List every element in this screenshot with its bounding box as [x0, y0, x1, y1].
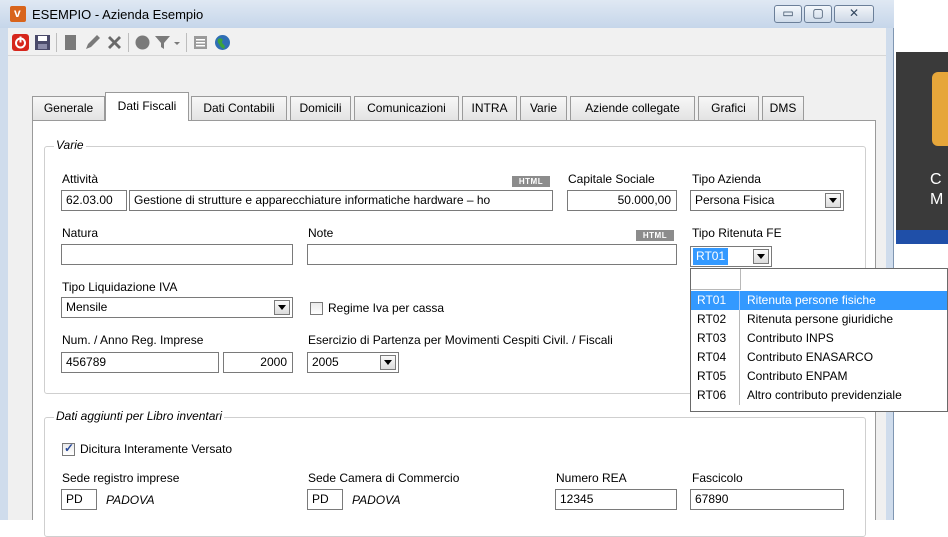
title-bar[interactable]: ESEMPIO - Azienda Esempio ▭ ▢ ✕: [0, 0, 894, 28]
web-icon[interactable]: [214, 34, 231, 51]
sede-registro-name: PADOVA: [106, 493, 155, 507]
regime-iva-cassa-checkbox[interactable]: [310, 302, 323, 315]
dropdown-option-rt03[interactable]: RT03 Contributo INPS: [691, 329, 947, 348]
sede-registro-code-field[interactable]: PD: [61, 489, 97, 510]
numero-rea-label: Numero REA: [556, 471, 627, 485]
new-icon[interactable]: [62, 34, 79, 51]
tipo-azienda-value: Persona Fisica: [695, 193, 775, 207]
numero-rea-field[interactable]: 12345: [555, 489, 677, 510]
dropdown-option-rt01[interactable]: RT01 Ritenuta persone fisiche: [691, 291, 947, 310]
dicitura-versato-checkbox[interactable]: [62, 441, 75, 456]
tab-domicili[interactable]: Domicili: [290, 96, 351, 120]
esercizio-partenza-value: 2005: [312, 355, 339, 369]
tab-generale[interactable]: Generale: [32, 96, 105, 120]
num-anno-reg-label: Num. / Anno Reg. Imprese: [62, 333, 204, 347]
tab-varie[interactable]: Varie: [520, 96, 567, 120]
tab-intra[interactable]: INTRA: [462, 96, 517, 120]
tab-aziende-collegate[interactable]: Aziende collegate: [570, 96, 695, 120]
natura-field[interactable]: [61, 244, 293, 265]
tab-dms[interactable]: DMS: [762, 96, 804, 120]
save-icon[interactable]: [34, 34, 51, 51]
maximize-button[interactable]: ▢: [804, 5, 832, 23]
tipo-azienda-select[interactable]: Persona Fisica: [690, 190, 844, 211]
app-icon: [10, 6, 26, 22]
tab-dati-fiscali[interactable]: Dati Fiscali: [105, 92, 189, 121]
sede-camera-code-field[interactable]: PD: [307, 489, 343, 510]
minimize-button[interactable]: ▭: [774, 5, 802, 23]
dropdown-option-rt02[interactable]: RT02 Ritenuta persone giuridiche: [691, 310, 947, 329]
background-text-2: M: [930, 191, 944, 208]
tipo-ritenuta-dropdown-list[interactable]: RT01 Ritenuta persone fisiche RT02 Ritenut…: [690, 268, 948, 412]
attivita-label: Attività: [62, 172, 99, 186]
power-icon[interactable]: [12, 34, 29, 51]
chevron-down-icon[interactable]: [274, 300, 290, 315]
fascicolo-label: Fascicolo: [692, 471, 743, 485]
chevron-down-icon[interactable]: [380, 355, 396, 370]
capitale-sociale-field[interactable]: 50.000,00: [567, 190, 677, 211]
inventari-legend: Dati aggiunti per Libro inventari: [54, 409, 225, 423]
tipo-ritenuta-label: Tipo Ritenuta FE: [692, 226, 782, 240]
fascicolo-field[interactable]: 67890: [690, 489, 844, 510]
background-bar: [896, 230, 948, 244]
varie-legend: Varie: [54, 138, 86, 152]
background-text-1: C: [930, 171, 942, 188]
dicitura-versato-label: Dicitura Interamente Versato: [80, 442, 233, 456]
dropdown-option-rt05[interactable]: RT05 Contributo ENPAM: [691, 367, 947, 386]
circle-icon[interactable]: [134, 34, 151, 51]
num-reg-imprese-field[interactable]: 456789: [61, 352, 219, 373]
window-title: ESEMPIO - Azienda Esempio: [32, 7, 204, 22]
dropdown-option-rt04[interactable]: RT04 Contributo ENASARCO: [691, 348, 947, 367]
toolbar: [8, 28, 886, 56]
background-app-icon: [932, 72, 948, 146]
anno-reg-imprese-field[interactable]: 2000: [223, 352, 293, 373]
tipo-liquidazione-value: Mensile: [66, 300, 108, 314]
note-label: Note: [308, 226, 334, 240]
tab-dati-contabili[interactable]: Dati Contabili: [191, 96, 287, 120]
chevron-down-icon[interactable]: [825, 193, 841, 208]
sede-camera-name: PADOVA: [352, 493, 401, 507]
filter-icon[interactable]: [154, 34, 171, 51]
attivita-code-field[interactable]: 62.03.00: [61, 190, 127, 211]
attivita-description-field[interactable]: Gestione di strutture e apparecchiature …: [129, 190, 553, 211]
dropdown-option-rt06[interactable]: RT06 Altro contributo previdenziale: [691, 386, 947, 405]
tipo-azienda-label: Tipo Azienda: [692, 172, 761, 186]
sede-camera-label: Sede Camera di Commercio: [308, 471, 460, 485]
sede-registro-label: Sede registro imprese: [62, 471, 180, 485]
note-field[interactable]: [307, 244, 677, 265]
capitale-sociale-label: Capitale Sociale: [568, 172, 655, 186]
regime-iva-cassa-label: Regime Iva per cassa: [328, 301, 445, 315]
tab-grafici[interactable]: Grafici: [698, 96, 759, 120]
tipo-liquidazione-select[interactable]: Mensile: [61, 297, 293, 318]
tipo-ritenuta-select[interactable]: RT01: [690, 246, 772, 267]
delete-icon[interactable]: [106, 34, 123, 51]
edit-icon[interactable]: [84, 34, 101, 51]
tipo-ritenuta-value: RT01: [693, 248, 729, 265]
note-html-badge[interactable]: HTML: [636, 230, 674, 241]
close-button[interactable]: ✕: [834, 5, 874, 23]
report-icon[interactable]: [192, 34, 209, 51]
attivita-html-badge[interactable]: HTML: [512, 176, 550, 187]
esercizio-partenza-select[interactable]: 2005: [307, 352, 399, 373]
natura-label: Natura: [62, 226, 99, 240]
chevron-down-icon[interactable]: [753, 249, 769, 264]
esercizio-partenza-label: Esercizio di Partenza per Movimenti Cesp…: [308, 333, 613, 347]
tipo-liquidazione-label: Tipo Liquidazione IVA: [62, 280, 178, 294]
filter-dropdown-icon[interactable]: [172, 34, 182, 51]
tab-comunicazioni[interactable]: Comunicazioni: [354, 96, 459, 120]
